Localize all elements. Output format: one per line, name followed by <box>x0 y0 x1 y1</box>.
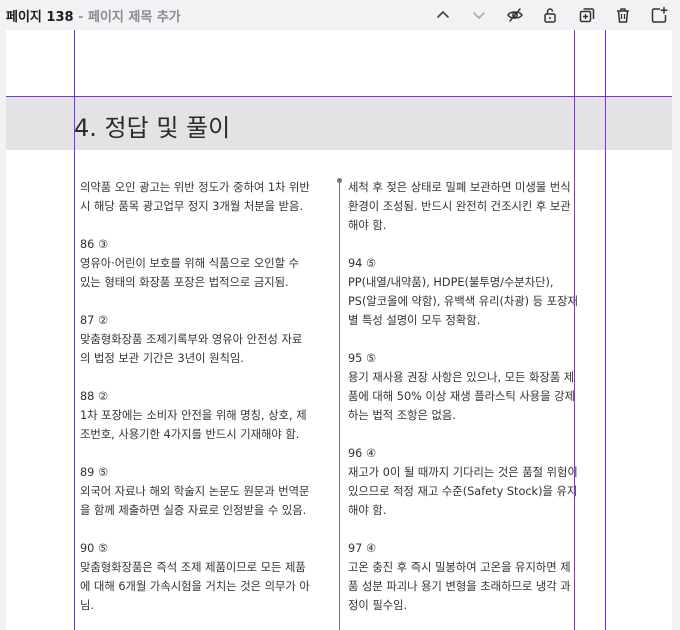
answer-number: 86 ③ <box>80 238 109 251</box>
answer-item: 89 ⑤ 외국어 자료나 해외 학술지 논문도 원문과 번역문을 함께 제출하면 … <box>80 463 336 520</box>
answer-column-right[interactable]: 세척 후 젖은 상태로 밀폐 보관하면 미생물 번식환경이 조성됨. 반드시 완… <box>348 178 596 630</box>
page-title-input[interactable]: 페이지 제목 추가 <box>88 10 181 25</box>
answer-item: 의약품 오인 광고는 위반 정도가 중하여 1차 위반시 해당 품목 광고업무 … <box>80 178 336 216</box>
section-heading[interactable]: 4. 정답 및 풀이 <box>74 108 230 143</box>
answer-column-left[interactable]: 의약품 오인 광고는 위반 정도가 중하여 1차 위반시 해당 품목 광고업무 … <box>80 178 336 630</box>
answer-text-line: 환경이 조성됨. 반드시 완전히 건조시킨 후 보관 <box>348 200 571 213</box>
page-label[interactable]: 페이지 138 - 페이지 제목 추가 <box>6 6 181 25</box>
answer-text-line: 품에 대해 50% 이상 재생 플라스틱 사용을 강제 <box>348 390 575 403</box>
answer-text-line: 1차 포장에는 소비자 안전을 위해 명칭, 상호, 제 <box>80 409 307 422</box>
answer-text-line: 별 특성 설명이 모두 정확함. <box>348 314 481 327</box>
delete-page-button[interactable] <box>610 2 636 28</box>
answer-number: 88 ② <box>80 390 109 403</box>
answer-text-line: 맞춤형화장품은 즉석 조제 제품이므로 모든 제품 <box>80 561 306 574</box>
lock-page-button[interactable] <box>537 2 563 28</box>
add-page-button[interactable] <box>646 2 672 28</box>
answer-number: 94 ⑤ <box>348 257 377 270</box>
answer-text-line: 하는 법적 조항은 없음. <box>348 409 456 422</box>
horizontal-guide-line[interactable] <box>6 96 672 97</box>
answer-text-line: 을 함께 제출하면 실증 자료로 인정받을 수 있음. <box>80 504 307 517</box>
eye-off-icon <box>507 8 523 22</box>
answer-item: 90 ⑤ 맞춤형화장품은 즉석 조제 제품이므로 모든 제품에 대해 6개월 가속… <box>80 539 336 615</box>
move-page-down-button[interactable] <box>466 2 492 28</box>
answer-text-line: 해야 함. <box>348 504 387 517</box>
vertical-guide-line-right-inner[interactable] <box>574 30 575 630</box>
answer-number: 96 ④ <box>348 447 377 460</box>
answer-item: 88 ② 1차 포장에는 소비자 안전을 위해 명칭, 상호, 제조번호, 사용기… <box>80 387 336 444</box>
answer-text-line: PS(알코올에 약함), 유백색 유리(차광) 등 포장재 <box>348 295 578 308</box>
answer-item: 96 ④ 재고가 0이 될 때까지 기다리는 것은 품절 위험이있으므로 적정 재… <box>348 444 596 520</box>
answer-text-line: 재고가 0이 될 때까지 기다리는 것은 품절 위험이 <box>348 466 578 479</box>
answer-text-line: 님. <box>80 599 94 612</box>
answer-text-line: PP(내열/내약품), HDPE(불투명/수분차단), <box>348 276 554 289</box>
answer-text-line: 고온 충진 후 즉시 밀봉하여 고온을 유지하면 제 <box>348 561 571 574</box>
answer-item: 95 ⑤ 용기 재사용 권장 사항은 있으나, 모든 화장품 제품에 대해 50%… <box>348 349 596 425</box>
page-number: 페이지 138 <box>6 10 74 25</box>
answer-number: 95 ⑤ <box>348 352 377 365</box>
vertical-guide-line-left[interactable] <box>74 30 75 630</box>
answer-number: 87 ② <box>80 314 109 327</box>
hide-page-button[interactable] <box>502 2 528 28</box>
answer-text-line: 시 해당 품목 광고업무 정지 3개월 처분을 받음. <box>80 200 303 213</box>
answer-text-line: 품 성분 파괴나 용기 변형을 초래하므로 냉각 과 <box>348 580 571 593</box>
trash-icon <box>617 8 629 23</box>
answer-text-line: 해야 함. <box>348 219 387 232</box>
duplicate-page-button[interactable] <box>574 2 600 28</box>
answer-text-line: 의 법정 보관 기간은 3년이 원칙임. <box>80 352 244 365</box>
answer-item: 87 ② 맞춤형화장품 조제기록부와 영유아 안전성 자료의 법정 보관 기간은 … <box>80 311 336 368</box>
answer-text-line: 있는 형태의 화장품 포장은 법적으로 금지됨. <box>80 276 289 289</box>
answer-text-line: 용기 재사용 권장 사항은 있으나, 모든 화장품 제 <box>348 371 575 384</box>
unlock-icon <box>544 8 556 23</box>
add-page-icon <box>651 6 668 23</box>
move-page-up-button[interactable] <box>430 2 456 28</box>
chevron-up-icon <box>437 11 449 18</box>
answer-text-line: 영유아·어린이 보호를 위해 식품으로 오인할 수 <box>80 257 300 270</box>
page-label-separator: - <box>73 10 88 25</box>
answer-text-line: 외국어 자료나 해외 학술지 논문도 원문과 번역문 <box>80 485 310 498</box>
column-divider <box>339 180 340 630</box>
answer-number: 90 ⑤ <box>80 542 109 555</box>
answer-number: 89 ⑤ <box>80 466 109 479</box>
answer-text-line: 있으므로 적정 재고 수준(Safety Stock)을 유지 <box>348 485 578 498</box>
answer-item: 97 ④ 고온 충진 후 즉시 밀봉하여 고온을 유지하면 제품 성분 파괴나 용… <box>348 539 596 615</box>
answer-item: 94 ⑤ PP(내열/내약품), HDPE(불투명/수분차단), PS(알코올에 약… <box>348 254 596 330</box>
page-canvas[interactable]: 4. 정답 및 풀이 의약품 오인 광고는 위반 정도가 중하여 1차 위반시 … <box>6 30 672 630</box>
answer-text-line: 의약품 오인 광고는 위반 정도가 중하여 1차 위반 <box>80 181 310 194</box>
chevron-down-icon <box>473 12 485 19</box>
column-divider-cap <box>337 178 342 183</box>
answer-text-line: 정이 필수임. <box>348 599 408 612</box>
answer-item: 86 ③ 영유아·어린이 보호를 위해 식품으로 오인할 수있는 형태의 화장품 … <box>80 235 336 292</box>
answer-text-line: 조번호, 사용기한 4가지를 반드시 기재해야 함. <box>80 428 300 441</box>
answer-text-line: 세척 후 젖은 상태로 밀폐 보관하면 미생물 번식 <box>348 181 571 194</box>
vertical-guide-line-right-outer[interactable] <box>605 30 606 630</box>
answer-text-line: 맞춤형화장품 조제기록부와 영유아 안전성 자료 <box>80 333 303 346</box>
duplicate-icon <box>579 8 595 23</box>
answer-item: 세척 후 젖은 상태로 밀폐 보관하면 미생물 번식환경이 조성됨. 반드시 완… <box>348 178 596 235</box>
answer-number: 97 ④ <box>348 542 377 555</box>
page-toolbar: 페이지 138 - 페이지 제목 추가 <box>0 0 680 30</box>
answer-text-line: 에 대해 6개월 가속시험을 거치는 것은 의무가 아 <box>80 580 310 593</box>
